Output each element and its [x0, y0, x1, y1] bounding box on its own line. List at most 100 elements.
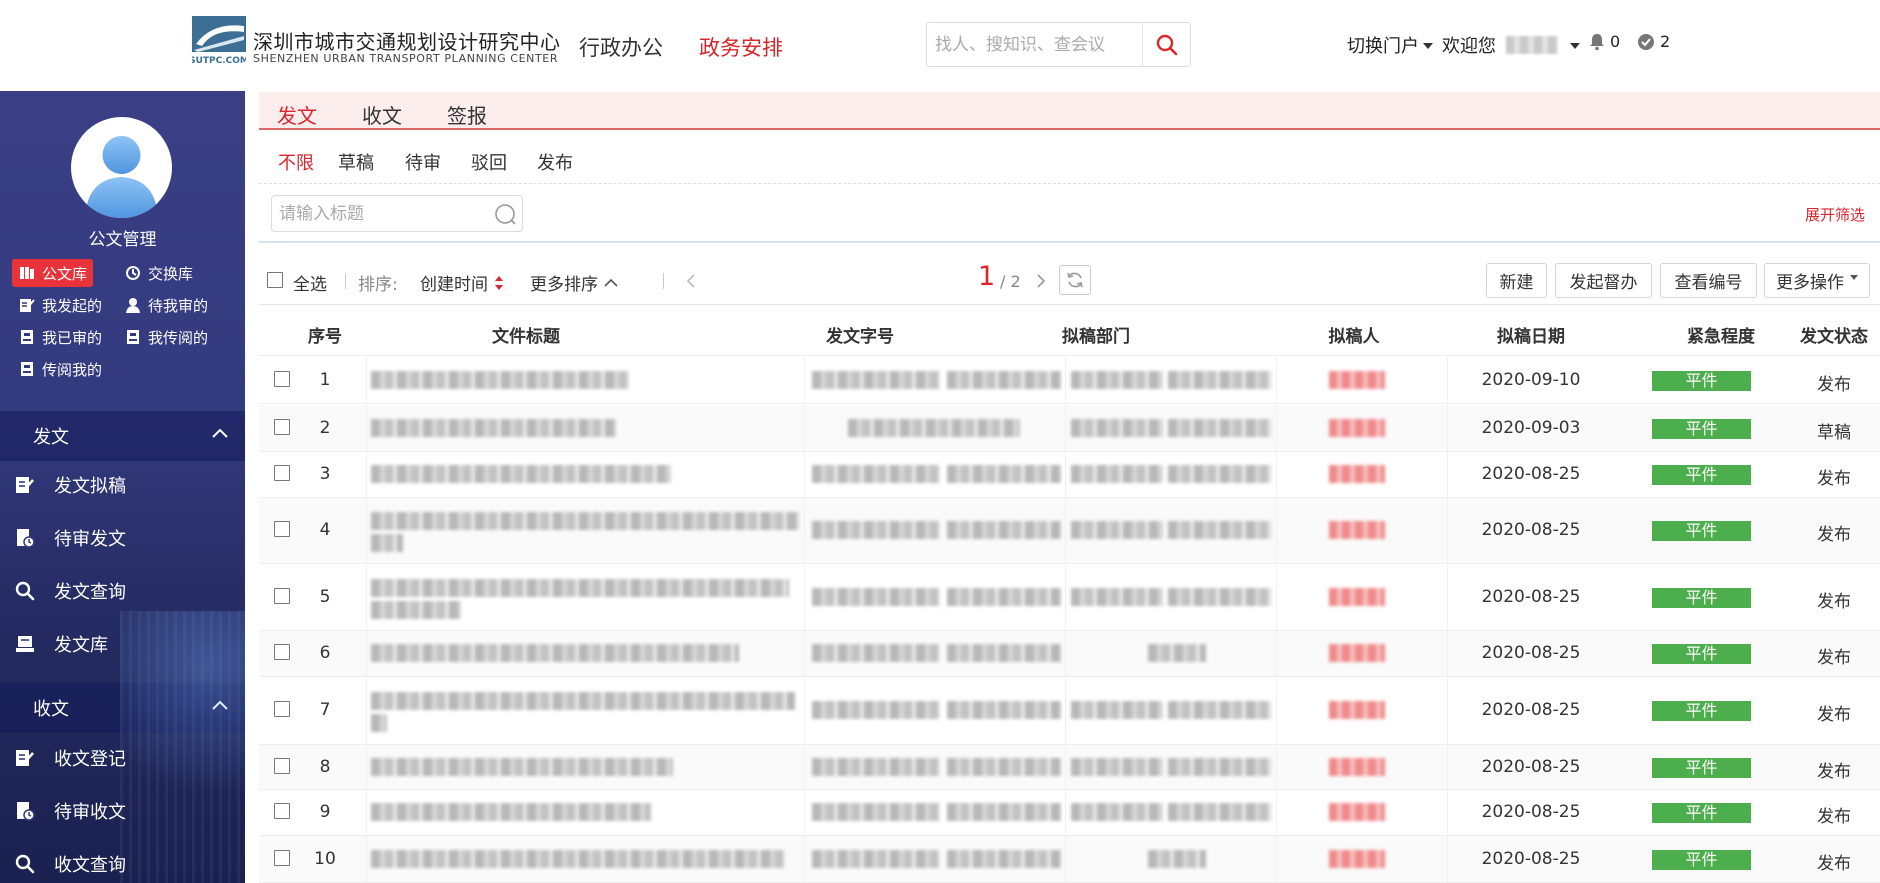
title-redacted[interactable]	[371, 534, 403, 552]
table-row[interactable]: 7 2020-08-25 平件 发布	[259, 677, 1880, 745]
view-number-button[interactable]: 查看编号	[1660, 263, 1757, 298]
expand-filter-link[interactable]: 展开筛选	[1805, 204, 1865, 225]
start-supervision-button[interactable]: 发起督办	[1555, 263, 1652, 298]
title-redacted[interactable]	[371, 757, 673, 776]
sidebar-item-draft-outgoing[interactable]: 发文拟稿	[0, 463, 245, 507]
notifications[interactable]: 0	[1589, 32, 1620, 51]
table-row[interactable]: 4 2020-08-25 平件 发布	[259, 498, 1880, 564]
table-row[interactable]: 10 2020-08-25 平件 发布	[259, 836, 1880, 883]
department-redacted	[1071, 465, 1163, 483]
title-redacted[interactable]	[371, 370, 629, 389]
title-redacted[interactable]	[371, 465, 671, 483]
filter-rejected[interactable]: 驳回	[471, 149, 507, 175]
title-redacted[interactable]	[371, 644, 739, 662]
user-menu[interactable]: 欢迎您	[1442, 32, 1580, 58]
tab-outgoing[interactable]: 发文	[277, 100, 317, 129]
quick-exchange-library[interactable]: 交换库	[118, 259, 199, 287]
col-divider	[366, 790, 367, 835]
filter-published[interactable]: 发布	[537, 149, 573, 175]
row-checkbox[interactable]	[274, 465, 290, 481]
department-redacted	[1168, 757, 1272, 776]
prev-page-icon[interactable]	[686, 273, 696, 289]
sidebar-item-register-incoming[interactable]: 收文登记	[0, 736, 245, 780]
col-draft-date[interactable]: 拟稿日期	[1491, 322, 1571, 347]
col-divider	[1276, 357, 1277, 403]
table-row[interactable]: 8 2020-08-25 平件 发布	[259, 745, 1880, 790]
more-actions-button[interactable]: 更多操作	[1764, 263, 1870, 298]
filter-all[interactable]: 不限	[278, 149, 314, 175]
col-department[interactable]: 拟稿部门	[1056, 322, 1136, 347]
nav-government-affairs[interactable]: 政务安排	[699, 32, 783, 62]
quick-pending-my-review[interactable]: 待我审的	[118, 291, 214, 319]
quick-circulated-by-me[interactable]: 我传阅的	[118, 323, 214, 351]
filter-pending[interactable]: 待审	[405, 149, 441, 175]
sidebar-item-search-incoming[interactable]: 收文查询	[0, 842, 245, 883]
table-row[interactable]: 3 2020-08-25 平件 发布	[259, 452, 1880, 498]
col-divider	[1276, 405, 1277, 451]
title-redacted[interactable]	[371, 418, 616, 437]
title-redacted[interactable]	[371, 714, 387, 732]
refresh-button[interactable]	[1059, 265, 1091, 295]
pending-doc-icon	[14, 800, 36, 822]
title-redacted[interactable]	[371, 601, 461, 619]
row-checkbox[interactable]	[274, 588, 290, 604]
next-page-icon[interactable]	[1036, 273, 1046, 289]
col-no[interactable]: 序号	[308, 322, 342, 347]
switch-portal-dropdown[interactable]: 切换门户	[1347, 32, 1433, 58]
col-divider	[1065, 357, 1066, 403]
col-doc-number[interactable]: 发文字号	[810, 322, 910, 347]
title-redacted[interactable]	[371, 512, 799, 530]
row-checkbox[interactable]	[274, 521, 290, 537]
messages[interactable]: 2	[1637, 32, 1670, 51]
table-row[interactable]: 2 2020-09-03 平件 草稿	[259, 405, 1880, 452]
filter-draft[interactable]: 草稿	[338, 149, 374, 175]
row-checkbox[interactable]	[274, 644, 290, 660]
drafter-redacted	[1329, 521, 1385, 539]
quick-circulated-to-me[interactable]: 传阅我的	[12, 355, 108, 383]
search-icon[interactable]	[494, 203, 516, 225]
tab-incoming[interactable]: 收文	[362, 100, 402, 129]
table-row[interactable]: 5 2020-08-25 平件 发布	[259, 565, 1880, 631]
sidebar-section-incoming[interactable]: 收文	[0, 683, 245, 733]
global-search-input[interactable]	[927, 23, 1142, 66]
row-checkbox[interactable]	[274, 849, 290, 866]
title-redacted[interactable]	[371, 579, 789, 597]
col-divider	[1065, 565, 1066, 630]
status-text: 发布	[1817, 525, 1851, 545]
col-divider	[1065, 405, 1066, 451]
table-row[interactable]: 9 2020-08-25 平件 发布	[259, 790, 1880, 836]
sidebar-item-outgoing-library[interactable]: 发文库	[0, 622, 245, 666]
table-row[interactable]: 6 2020-08-25 平件 发布	[259, 631, 1880, 677]
row-checkbox[interactable]	[274, 757, 290, 774]
col-status[interactable]: 发文状态	[1794, 322, 1874, 347]
table-row[interactable]: 1 2020-09-10 平件 发布	[259, 357, 1880, 404]
nav-admin-office[interactable]: 行政办公	[579, 32, 663, 62]
sidebar-item-search-outgoing[interactable]: 发文查询	[0, 569, 245, 613]
row-checkbox[interactable]	[274, 370, 290, 387]
sidebar-item-pending-outgoing[interactable]: 待审发文	[0, 516, 245, 560]
title-search-input[interactable]	[272, 196, 482, 231]
quick-reviewed-by-me[interactable]: 我已审的	[12, 323, 108, 351]
tab-report[interactable]: 签报	[447, 100, 487, 129]
row-checkbox[interactable]	[274, 701, 290, 717]
section-title: 发文	[33, 427, 69, 448]
title-redacted[interactable]	[371, 803, 651, 821]
quick-doc-library[interactable]: 公文库	[12, 259, 94, 287]
avatar[interactable]	[71, 117, 172, 218]
row-checkbox[interactable]	[274, 803, 290, 819]
section-title: 收文	[33, 699, 69, 720]
quick-initiated-by-me[interactable]: 我发起的	[12, 291, 108, 319]
new-button[interactable]: 新建	[1486, 263, 1547, 298]
more-sort-dropdown[interactable]: 更多排序	[530, 270, 618, 295]
col-drafter[interactable]: 拟稿人	[1324, 322, 1384, 347]
select-all-checkbox[interactable]	[267, 272, 283, 288]
sidebar-item-pending-incoming[interactable]: 待审收文	[0, 789, 245, 833]
row-checkbox[interactable]	[274, 418, 290, 435]
sidebar-section-outgoing[interactable]: 发文	[0, 411, 245, 461]
title-redacted[interactable]	[371, 692, 795, 710]
col-urgency[interactable]: 紧急程度	[1681, 322, 1761, 347]
title-redacted[interactable]	[371, 849, 785, 868]
global-search-button[interactable]	[1142, 23, 1190, 66]
sort-by-created-time[interactable]: 创建时间	[420, 270, 504, 295]
col-title[interactable]: 文件标题	[366, 322, 686, 347]
